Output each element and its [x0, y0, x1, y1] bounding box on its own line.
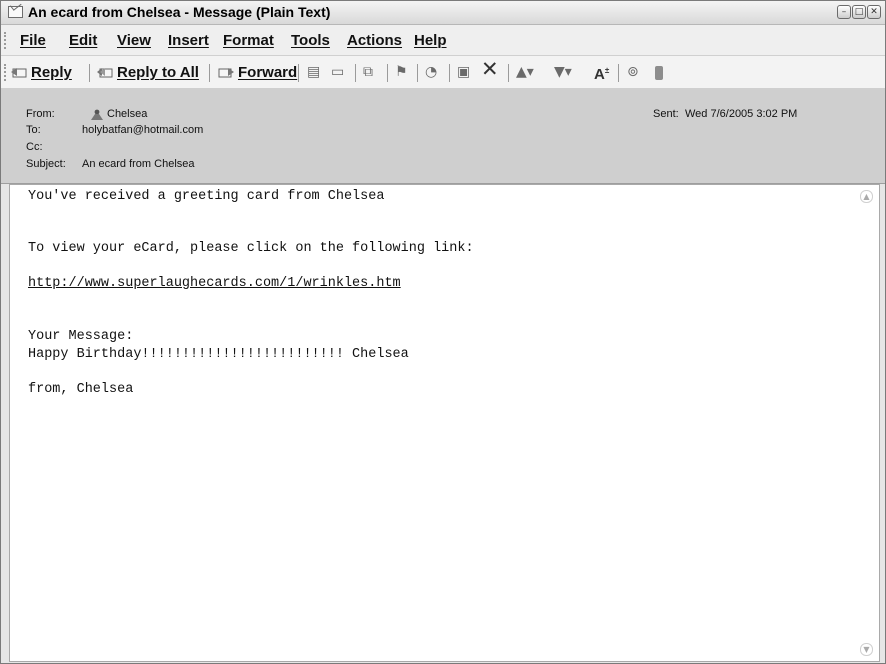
from-label: From:	[26, 108, 55, 120]
font-size-icon[interactable]: A±	[594, 62, 609, 84]
from-value[interactable]: Chelsea	[107, 108, 147, 120]
next-item-icon[interactable]: ▼▾	[554, 63, 572, 81]
menu-file[interactable]: File	[20, 32, 46, 49]
message-header: From: Chelsea To: holybatfan@hotmail.com…	[1, 89, 885, 184]
menu-edit[interactable]: Edit	[69, 32, 97, 49]
toolbar-separator	[89, 64, 90, 82]
menu-actions[interactable]: Actions	[347, 32, 402, 49]
sent-value: Wed 7/6/2005 3:02 PM	[685, 108, 798, 120]
copy-icon[interactable]: ▭	[331, 63, 344, 81]
close-button[interactable]: ✕	[867, 5, 881, 19]
scroll-up-button[interactable]: ▲	[860, 190, 873, 203]
menu-bar: File Edit View Insert Format Tools Actio…	[1, 25, 885, 56]
body-line: Your Message:	[28, 329, 134, 344]
envelope-icon	[8, 6, 23, 18]
window-title: An ecard from Chelsea - Message (Plain T…	[28, 4, 331, 20]
toolbar-separator	[508, 64, 509, 82]
toolbar-separator	[387, 64, 388, 82]
toolbar-separator	[298, 64, 299, 82]
cc-label: Cc:	[26, 141, 43, 153]
menu-view[interactable]: View	[117, 32, 151, 49]
sent-label: Sent:	[653, 108, 679, 120]
scroll-down-button[interactable]: ▼	[860, 643, 873, 656]
subject-value: An ecard from Chelsea	[82, 158, 195, 170]
previous-item-icon[interactable]: ▲▾	[516, 63, 534, 81]
toolbar-separator	[618, 64, 619, 82]
delete-icon[interactable]: ✕	[481, 59, 499, 80]
person-icon	[91, 109, 103, 120]
menu-format[interactable]: Format	[223, 32, 274, 49]
toolbar-grip[interactable]	[4, 64, 8, 81]
to-label: To:	[26, 124, 41, 136]
toolbar-separator	[449, 64, 450, 82]
menu-tools[interactable]: Tools	[291, 32, 330, 49]
toolbar-separator	[417, 64, 418, 82]
move-to-folder-icon[interactable]: ⧉	[363, 63, 373, 81]
title-bar[interactable]: An ecard from Chelsea - Message (Plain T…	[1, 1, 885, 25]
print-icon[interactable]: ▤	[307, 63, 320, 81]
categorize-icon[interactable]: ◔	[425, 63, 437, 81]
help-icon[interactable]: ⊚	[627, 63, 639, 81]
body-line: You've received a greeting card from Che…	[28, 189, 385, 204]
body-line: To view your eCard, please click on the …	[28, 241, 474, 256]
menu-help[interactable]: Help	[414, 32, 447, 49]
message-body[interactable]: You've received a greeting card from Che…	[9, 184, 880, 662]
toolbar-separator	[355, 64, 356, 82]
reply-icon	[11, 68, 27, 78]
reply-all-icon	[97, 68, 113, 78]
menu-grip[interactable]	[4, 32, 8, 49]
maximize-button[interactable]: □	[852, 5, 866, 19]
menu-insert[interactable]: Insert	[168, 32, 209, 49]
toolbar-separator	[209, 64, 210, 82]
standard-toolbar: Reply Reply to All Forward ▤ ▭ ⧉ ⚑ ◔ ▣ ✕…	[1, 56, 885, 89]
minimize-button[interactable]: –	[837, 5, 851, 19]
to-value[interactable]: holybatfan@hotmail.com	[82, 124, 203, 136]
ecard-link[interactable]: http://www.superlaughecards.com/1/wrinkl…	[28, 276, 401, 291]
subject-label: Subject:	[26, 158, 66, 170]
body-line: Happy Birthday!!!!!!!!!!!!!!!!!!!!!!!!! …	[28, 347, 409, 362]
forward-icon	[218, 68, 234, 78]
address-book-icon[interactable]: ▣	[457, 63, 470, 81]
toolbar-options-chevron[interactable]	[655, 66, 663, 80]
message-window: An ecard from Chelsea - Message (Plain T…	[0, 0, 886, 664]
body-line: from, Chelsea	[28, 382, 134, 397]
flag-icon[interactable]: ⚑	[395, 63, 408, 81]
